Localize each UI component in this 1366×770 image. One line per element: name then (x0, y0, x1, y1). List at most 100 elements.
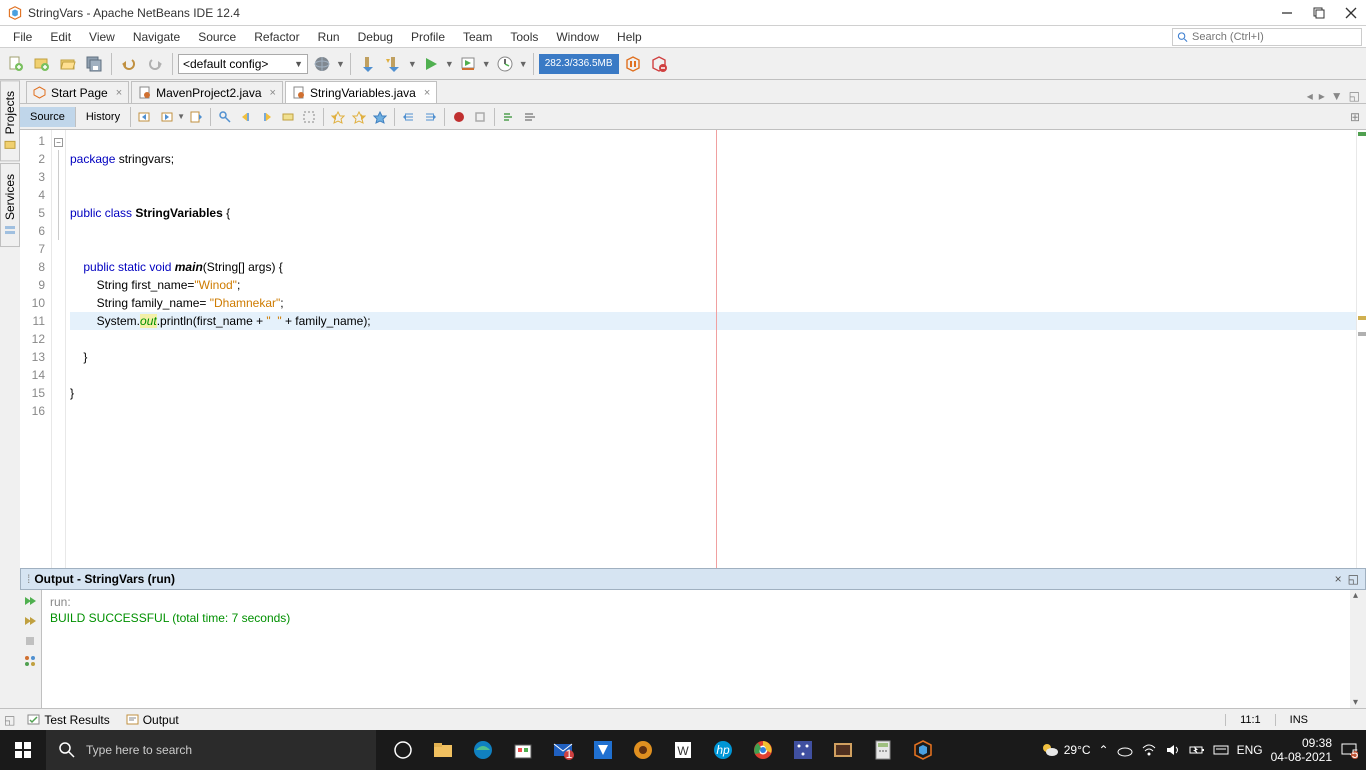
tab-close-icon[interactable]: × (270, 87, 276, 99)
menu-profile[interactable]: Profile (402, 28, 454, 46)
redo-button[interactable] (143, 52, 167, 76)
menu-run[interactable]: Run (309, 28, 349, 46)
uncomment-button[interactable] (520, 107, 540, 127)
clean-build-button[interactable] (382, 52, 406, 76)
tab-dropdown-icon[interactable]: ▼ (1331, 89, 1343, 103)
next-bookmark-button[interactable] (349, 107, 369, 127)
menu-refactor[interactable]: Refactor (245, 28, 308, 46)
profile-button[interactable] (493, 52, 517, 76)
new-file-button[interactable] (4, 52, 28, 76)
close-button[interactable] (1344, 6, 1358, 20)
app-icon-1[interactable] (584, 730, 622, 770)
start-button[interactable] (0, 730, 46, 770)
nav-back-button[interactable] (135, 107, 155, 127)
menu-navigate[interactable]: Navigate (124, 28, 189, 46)
open-project-button[interactable] (56, 52, 80, 76)
source-view-tab[interactable]: Source (20, 107, 76, 127)
editor-tab[interactable]: Start Page× (26, 81, 129, 103)
netbeans-taskbar-icon[interactable] (904, 730, 942, 770)
tab-close-icon[interactable]: × (424, 87, 430, 99)
tab-nav-next-icon[interactable]: ▸ (1319, 89, 1325, 103)
menu-help[interactable]: Help (608, 28, 651, 46)
minimize-button[interactable] (1280, 6, 1294, 20)
insert-mode[interactable]: INS (1275, 714, 1322, 726)
toggle-highlight-button[interactable] (278, 107, 298, 127)
search-box[interactable] (1172, 28, 1362, 46)
search-input[interactable] (1192, 31, 1357, 43)
stop-output-button[interactable] (23, 634, 39, 650)
shift-left-button[interactable] (399, 107, 419, 127)
mail-icon[interactable]: 1 (544, 730, 582, 770)
tab-nav-prev-icon[interactable]: ◂ (1307, 89, 1313, 103)
memory-gauge[interactable]: 282.3/336.5MB (539, 54, 619, 74)
app-icon-4[interactable] (784, 730, 822, 770)
build-button[interactable] (356, 52, 380, 76)
globe-button[interactable] (310, 52, 334, 76)
toggle-bookmark-button[interactable] (370, 107, 390, 127)
macro-record-button[interactable] (449, 107, 469, 127)
nav-forward-button[interactable] (156, 107, 176, 127)
menu-view[interactable]: View (80, 28, 124, 46)
shift-right-button[interactable] (420, 107, 440, 127)
tray-chevron-icon[interactable]: ⌃ (1099, 743, 1109, 757)
code-editor-area[interactable]: 12345678910111213141516 − package string… (20, 130, 1366, 568)
calc-icon[interactable] (864, 730, 902, 770)
hp-icon[interactable]: hp (704, 730, 742, 770)
app-icon-5[interactable] (824, 730, 862, 770)
app-icon-2[interactable] (624, 730, 662, 770)
menu-tools[interactable]: Tools (501, 28, 547, 46)
code-content[interactable]: package stringvars; public class StringV… (66, 130, 1356, 568)
fold-column[interactable]: − (52, 130, 66, 568)
app-icon-3[interactable]: W (664, 730, 702, 770)
editor-tab[interactable]: MavenProject2.java× (131, 81, 283, 103)
rerun-button[interactable] (23, 594, 39, 610)
tab-close-icon[interactable]: × (116, 87, 122, 99)
error-stripe[interactable] (1356, 130, 1366, 568)
language-indicator[interactable]: ENG (1237, 743, 1263, 757)
chrome-icon[interactable] (744, 730, 782, 770)
sidetab-projects[interactable]: Projects (0, 80, 20, 161)
maximize-button[interactable] (1312, 6, 1326, 20)
prev-bookmark-button[interactable] (328, 107, 348, 127)
output-scrollbar[interactable] (1350, 590, 1366, 708)
macro-stop-button[interactable] (470, 107, 490, 127)
menu-team[interactable]: Team (454, 28, 501, 46)
split-editor-icon[interactable]: ⊞ (1350, 110, 1366, 124)
output-panel-header[interactable]: ⁞ Output - StringVars (run) × ◱ (20, 568, 1366, 590)
find-prev-button[interactable] (236, 107, 256, 127)
undo-button[interactable] (117, 52, 141, 76)
edge-icon[interactable] (464, 730, 502, 770)
debug-button[interactable] (456, 52, 480, 76)
store-icon[interactable] (504, 730, 542, 770)
last-edit-button[interactable] (186, 107, 206, 127)
explorer-icon[interactable] (424, 730, 462, 770)
battery-icon[interactable] (1189, 742, 1205, 758)
notifications-icon[interactable]: 5 (1340, 741, 1358, 759)
volume-icon[interactable] (1165, 742, 1181, 758)
restore-window-icon[interactable]: ◱ (4, 713, 15, 727)
save-all-button[interactable] (82, 52, 106, 76)
stop-indexing-button[interactable] (647, 52, 671, 76)
new-project-button[interactable] (30, 52, 54, 76)
menu-window[interactable]: Window (547, 28, 608, 46)
output-minimize-icon[interactable]: ◱ (1348, 572, 1359, 586)
editor-tab[interactable]: StringVariables.java× (285, 81, 437, 103)
output-close-icon[interactable]: × (1335, 572, 1342, 586)
bottom-tab-output[interactable]: Output (118, 711, 187, 729)
run-button[interactable] (419, 52, 443, 76)
keyboard-icon[interactable] (1213, 742, 1229, 758)
maximize-editor-icon[interactable]: ◱ (1349, 89, 1360, 103)
toggle-rect-select-button[interactable] (299, 107, 319, 127)
wifi-icon[interactable] (1141, 742, 1157, 758)
config-selector[interactable]: <default config>▼ (178, 54, 308, 74)
menu-file[interactable]: File (4, 28, 41, 46)
menu-source[interactable]: Source (189, 28, 245, 46)
comment-button[interactable] (499, 107, 519, 127)
weather-widget[interactable]: 29°C (1040, 740, 1091, 760)
find-next-button[interactable] (257, 107, 277, 127)
pause-indexing-button[interactable] (621, 52, 645, 76)
sidetab-services[interactable]: Services (0, 163, 20, 247)
task-view-icon[interactable] (384, 730, 422, 770)
taskbar-search[interactable]: Type here to search (46, 730, 376, 770)
rerun-debug-button[interactable] (23, 614, 39, 630)
